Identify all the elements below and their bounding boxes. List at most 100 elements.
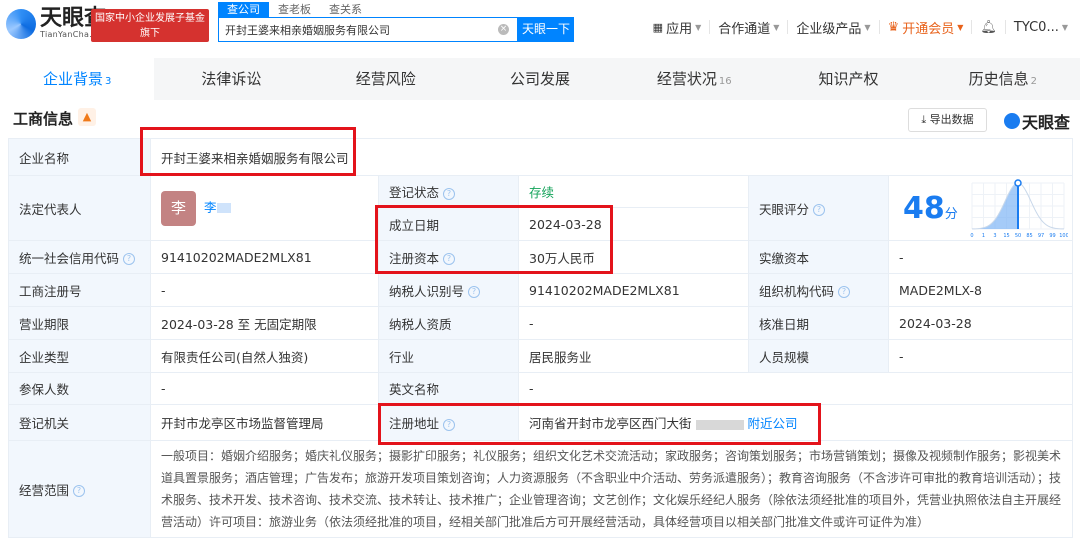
label: 组织机构代码 bbox=[759, 283, 835, 299]
nav-apps[interactable]: ▦ 应用 ▼ bbox=[645, 20, 711, 37]
clear-icon[interactable]: × bbox=[498, 24, 509, 35]
label: 登记机关 bbox=[8, 404, 151, 441]
reg-status: 存续 bbox=[518, 175, 749, 208]
monitor-bell-icon[interactable]: ▲ bbox=[78, 108, 96, 126]
help-icon[interactable]: ? bbox=[468, 286, 481, 298]
download-icon: ⤓ bbox=[921, 113, 930, 126]
taxpayer-qualification: - bbox=[518, 306, 749, 340]
caret-down-icon: ▼ bbox=[864, 22, 871, 32]
legal-rep-link[interactable]: 李 bbox=[204, 200, 217, 215]
gov-badge: 国家中小企业发展子基金旗下官方备案企业征信机构 bbox=[91, 9, 209, 69]
label-cell: 统一社会信用代码? bbox=[8, 240, 151, 274]
label: 纳税人识别号 bbox=[389, 283, 465, 299]
tick-label: 0 bbox=[970, 233, 973, 239]
export-button[interactable]: ⤓ 导出数据 bbox=[908, 108, 987, 132]
label-cell: 经营范围? bbox=[8, 440, 151, 538]
redacted-mask bbox=[216, 203, 231, 213]
brand-text: 天眼查 bbox=[1022, 113, 1071, 132]
export-label: 导出数据 bbox=[929, 113, 974, 126]
paid-capital: - bbox=[888, 240, 1073, 274]
label: 英文名称 bbox=[378, 372, 519, 405]
tick-label: 99 bbox=[1049, 233, 1055, 239]
score-cell[interactable]: 48分 0 1 3 15 50 85 97 99 100 bbox=[888, 175, 1073, 241]
bell-icon: 🔔︎ bbox=[980, 19, 997, 35]
search-tab-relation[interactable]: 查关系 bbox=[320, 2, 371, 18]
label: 统一社会信用代码 bbox=[19, 250, 120, 266]
tab-count: 3 bbox=[104, 76, 112, 87]
insured-count: - bbox=[150, 372, 379, 405]
label: 人员规模 bbox=[748, 339, 889, 373]
taxpayer-id: 91410202MADE2MLX81 bbox=[518, 273, 749, 307]
label: 行业 bbox=[378, 339, 519, 373]
main-tabs: 企业背景 3 法律诉讼 经营风险 公司发展 经营状况 16 知识产权 历史信息 2 bbox=[0, 58, 1080, 100]
crown-icon: ♛ bbox=[887, 19, 900, 35]
business-term: 2024-03-28 至 无固定期限 bbox=[150, 306, 379, 340]
avatar: 李 bbox=[161, 190, 196, 226]
help-icon[interactable]: ? bbox=[123, 253, 136, 265]
tab-label: 企业背景 bbox=[42, 70, 103, 88]
tab-development[interactable]: 公司发展 bbox=[463, 58, 617, 100]
tick-label: 100 bbox=[1059, 233, 1068, 239]
brand-icon bbox=[1004, 113, 1020, 129]
biz-reg-no: - bbox=[150, 273, 379, 307]
score-unit: 分 bbox=[944, 206, 958, 222]
logo-icon bbox=[6, 8, 36, 39]
tick-label: 3 bbox=[993, 233, 996, 239]
tab-risk[interactable]: 经营风险 bbox=[309, 58, 463, 100]
tick-label: 97 bbox=[1038, 233, 1044, 239]
tab-label: 知识产权 bbox=[818, 70, 879, 88]
search-tab-boss[interactable]: 查老板 bbox=[269, 2, 320, 18]
help-icon[interactable]: ? bbox=[443, 187, 456, 200]
business-scope: 一般项目：婚姻介绍服务；婚庆礼仪服务；摄影扩印服务；礼仪服务；组织文化艺术交流活… bbox=[150, 440, 1073, 538]
label: 实缴资本 bbox=[748, 240, 889, 274]
english-name: - bbox=[518, 372, 1073, 405]
nav-vip[interactable]: ♛ 开通会员 ▼ bbox=[880, 19, 973, 37]
legal-rep-cell: 李李 bbox=[150, 175, 379, 241]
staff-size: - bbox=[888, 339, 1073, 373]
search-button[interactable]: 天眼一下 bbox=[518, 17, 574, 42]
nav-partner[interactable]: 合作通道 ▼ bbox=[710, 20, 789, 37]
section-title: 工商信息 bbox=[13, 110, 74, 128]
highlight-box bbox=[375, 205, 613, 274]
tab-label: 公司发展 bbox=[509, 70, 570, 88]
tab-label: 法律诉讼 bbox=[201, 70, 262, 88]
nav-partner-label: 合作通道 bbox=[718, 21, 771, 37]
highlight-box bbox=[378, 403, 821, 445]
label: 天眼评分 bbox=[759, 201, 810, 217]
search-tab-company[interactable]: 查公司 bbox=[218, 2, 269, 18]
tab-count: 16 bbox=[718, 76, 732, 87]
business-info-table: 企业名称 开封王婆来相亲婚姻服务有限公司 法定代表人 李李 登记状态? 存续 天… bbox=[8, 138, 1073, 538]
tick-label: 15 bbox=[1003, 233, 1009, 239]
label: 经营范围 bbox=[19, 482, 70, 498]
search-input[interactable] bbox=[219, 18, 479, 41]
top-nav: ▦ 应用 ▼ 合作通道 ▼ 企业级产品 ▼ ♛ 开通会员 ▼ 🔔︎ TYC0... ▼ bbox=[645, 19, 1076, 37]
caret-down-icon: ▼ bbox=[773, 22, 780, 32]
approve-date: 2024-03-28 bbox=[888, 306, 1073, 340]
tab-background[interactable]: 企业背景 3 bbox=[0, 58, 155, 100]
help-icon[interactable]: ? bbox=[838, 286, 851, 298]
org-code: MADE2MLX-8 bbox=[888, 273, 1073, 307]
highlight-box bbox=[140, 127, 356, 176]
tab-label: 经营风险 bbox=[355, 70, 416, 88]
nav-vip-label: 开通会员 bbox=[902, 21, 955, 37]
industry: 居民服务业 bbox=[518, 339, 749, 373]
help-icon[interactable]: ? bbox=[73, 485, 86, 497]
tab-ip[interactable]: 知识产权 bbox=[771, 58, 925, 100]
user-name: TYC0... bbox=[1013, 19, 1059, 35]
help-icon[interactable]: ? bbox=[813, 204, 826, 216]
tab-legal[interactable]: 法律诉讼 bbox=[154, 58, 308, 100]
top-bar: 天眼查 TianYanCha.com 国家中小企业发展子基金旗下 官方备案企业征信… bbox=[0, 0, 1080, 69]
tab-history[interactable]: 历史信息 2 bbox=[926, 58, 1080, 100]
label-cell: 纳税人识别号? bbox=[378, 273, 519, 307]
user-menu[interactable]: TYC0... ▼ bbox=[1006, 19, 1076, 35]
notification-button[interactable]: 🔔︎ bbox=[972, 19, 1006, 35]
tick-label: 50 bbox=[1015, 233, 1021, 239]
caret-down-icon: ▼ bbox=[695, 22, 702, 32]
gov-line1: 国家中小企业发展子基金旗下 bbox=[95, 13, 205, 39]
search-box: × bbox=[218, 17, 518, 42]
label: 工商注册号 bbox=[8, 273, 151, 307]
tab-operations[interactable]: 经营状况 16 bbox=[617, 58, 771, 100]
nav-enterprise[interactable]: 企业级产品 ▼ bbox=[788, 20, 880, 37]
grid-icon: ▦ bbox=[652, 20, 664, 34]
search-tabs: 查公司 查老板 查关系 bbox=[218, 2, 371, 18]
